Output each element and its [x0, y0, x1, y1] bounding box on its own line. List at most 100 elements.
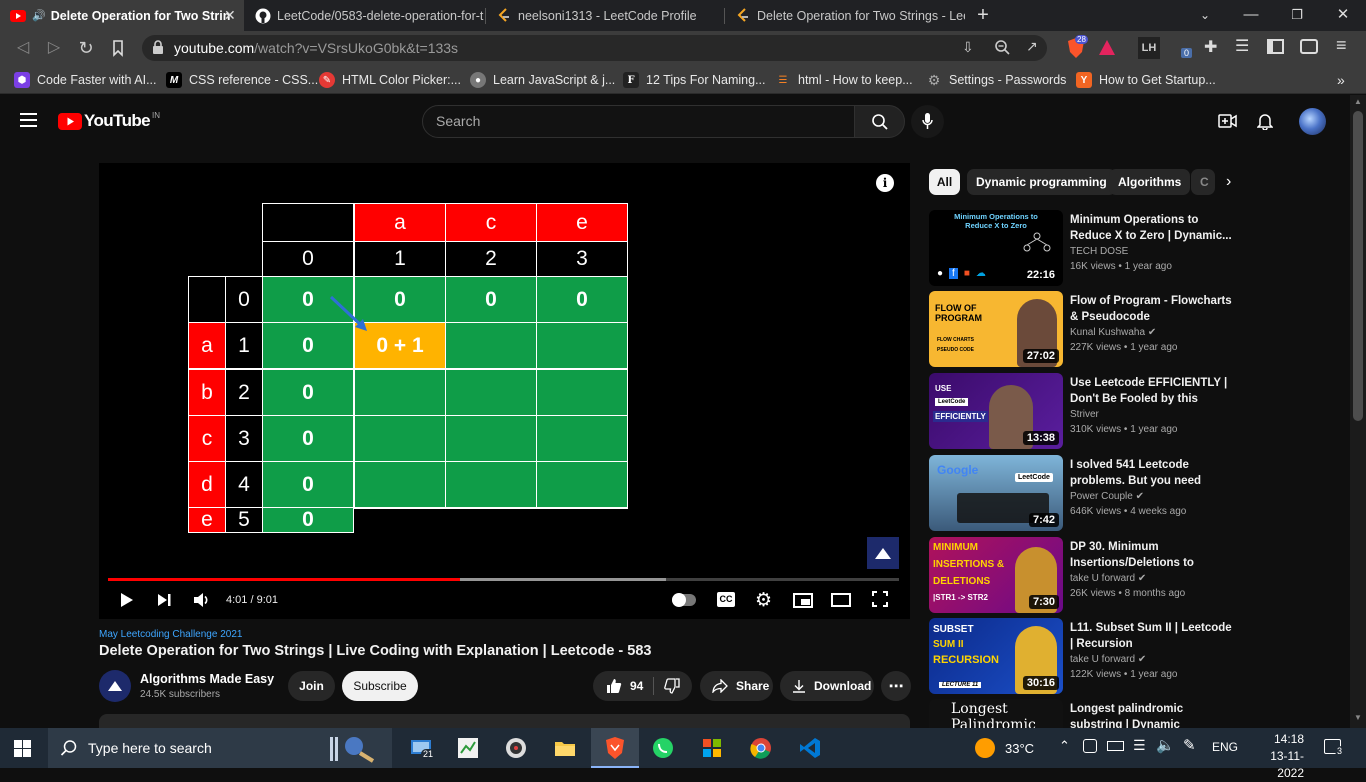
video-thumbnail[interactable]: Minimum Operations to Reduce X to Zero ●… — [929, 210, 1063, 286]
bookmark-item[interactable]: ⬢ Code Faster with AI... — [14, 71, 157, 89]
create-video-icon[interactable] — [1218, 114, 1237, 128]
video-title[interactable]: DP 30. Minimum Insertions/Deletions to C… — [1070, 539, 1232, 571]
pen-icon[interactable]: ✎ — [1183, 736, 1196, 754]
recommended-video[interactable]: FLOW OF PROGRAM FLOW CHARTS PSEUDO CODE … — [929, 291, 1232, 367]
channel-name[interactable]: take U forward ✔ — [1070, 654, 1146, 665]
chip-dynamic-programming[interactable]: Dynamic programming — [967, 169, 1116, 195]
back-button[interactable]: ◁ — [13, 38, 33, 58]
more-bookmarks-icon[interactable]: » — [1337, 71, 1345, 89]
chip-all[interactable]: All — [929, 169, 960, 195]
next-button[interactable] — [157, 593, 171, 607]
share-page-icon[interactable]: ↗ — [1026, 38, 1038, 55]
recommended-video[interactable]: Minimum Operations to Reduce X to Zero ●… — [929, 210, 1232, 286]
file-explorer-icon[interactable] — [553, 736, 577, 760]
bookmark-item[interactable]: ✎ HTML Color Picker:... — [319, 71, 461, 89]
microsoft-store-icon[interactable] — [700, 736, 724, 760]
minimize-button[interactable]: — — [1241, 5, 1261, 25]
search-input[interactable]: Search — [422, 105, 855, 138]
chips-next-chevron-icon[interactable]: › — [1226, 173, 1231, 191]
task-view-icon[interactable]: 21 — [409, 736, 436, 760]
windows-start-button[interactable] — [14, 740, 31, 757]
channel-name[interactable]: Striver — [1070, 409, 1099, 420]
scroll-down-arrow-icon[interactable]: ▼ — [1354, 713, 1362, 722]
recommended-video[interactable]: MINIMUM INSERTIONS & DELETIONS |STR1 -> … — [929, 537, 1229, 613]
reload-button[interactable]: ↻ — [76, 38, 96, 58]
captions-button[interactable]: CC — [717, 592, 735, 607]
forward-button[interactable]: ▷ — [44, 38, 64, 58]
tab-search-chevron-icon[interactable]: ⌄ — [1195, 5, 1215, 25]
bookmark-item[interactable]: ☰ html - How to keep... — [775, 71, 913, 89]
video-title[interactable]: Longest palindromic substring | Dynamic … — [1070, 701, 1229, 728]
tab-youtube-video[interactable]: 🔊 Delete Operation for Two Strin ✕ — [0, 0, 244, 31]
tab-leetcode-problem[interactable]: Delete Operation for Two Strings - Lee — [725, 0, 965, 31]
speaker-icon[interactable]: 🔈 — [1156, 736, 1175, 754]
weather-widget[interactable]: 33°C — [975, 738, 1034, 758]
video-thumbnail[interactable]: USE LeetCode EFFICIENTLY 13:38 — [929, 373, 1063, 449]
brave-rewards-icon[interactable] — [1098, 39, 1116, 57]
progress-bar[interactable] — [108, 578, 899, 581]
recommended-video[interactable]: USE LeetCode EFFICIENTLY 13:38 Use Leetc… — [929, 373, 1229, 449]
tray-app-icon[interactable] — [1083, 739, 1097, 753]
tab-leetcode-profile[interactable]: neelsoni1313 - LeetCode Profile — [486, 0, 724, 31]
media-player-icon[interactable] — [504, 736, 528, 760]
zoom-icon[interactable] — [994, 39, 1010, 55]
extension-lh-icon[interactable]: LH — [1138, 37, 1160, 59]
theater-mode-button[interactable] — [831, 593, 851, 607]
menu-icon[interactable]: ≡ — [1336, 35, 1347, 56]
miniplayer-button[interactable] — [793, 593, 813, 608]
channel-watermark-icon[interactable] — [867, 537, 899, 569]
wallet-icon[interactable] — [1300, 39, 1318, 54]
join-button[interactable]: Join — [288, 671, 335, 701]
download-button[interactable]: Download — [780, 671, 874, 701]
recommended-video[interactable]: Longest Palindromic Longest palindromic … — [929, 699, 1229, 728]
bookmark-item[interactable]: Y How to Get Startup... — [1076, 71, 1216, 89]
settings-gear-icon[interactable]: ⚙ — [755, 589, 772, 612]
more-actions-button[interactable]: ⋯ — [881, 671, 911, 701]
fullscreen-button[interactable] — [872, 591, 888, 607]
whatsapp-icon[interactable] — [651, 736, 675, 760]
youtube-logo[interactable]: YouTube IN — [58, 111, 160, 131]
description-box[interactable] — [99, 714, 910, 728]
channel-name[interactable]: Algorithms Made Easy — [140, 672, 274, 686]
channel-name[interactable]: Kunal Kushwaha ✔ — [1070, 327, 1156, 338]
tab-github[interactable]: LeetCode/0583-delete-operation-for-t — [245, 0, 485, 31]
video-title[interactable]: L11. Subset Sum II | Leetcode | Recursio… — [1070, 620, 1232, 652]
video-thumbnail[interactable]: Google LeetCode 7:42 — [929, 455, 1063, 531]
notification-center-icon[interactable]: 3 — [1324, 739, 1345, 756]
new-tab-button[interactable]: + — [973, 5, 993, 25]
voice-search-button[interactable] — [911, 105, 944, 138]
search-button[interactable] — [854, 105, 905, 138]
chip-partial[interactable]: C — [1191, 169, 1215, 195]
extensions-puzzle-icon[interactable]: ✚ — [1204, 37, 1217, 57]
notifications-bell-icon[interactable] — [1257, 112, 1273, 130]
input-language[interactable]: ENG — [1212, 740, 1238, 754]
show-hidden-icons-chevron-icon[interactable]: ⌃ — [1059, 738, 1070, 754]
address-bar[interactable]: youtube.com/watch?v=VSrsUkoG0bk&t=133s ⇩… — [142, 35, 1047, 61]
like-button[interactable]: 94 — [606, 678, 643, 694]
avatar[interactable] — [1299, 108, 1326, 135]
video-thumbnail[interactable]: MINIMUM INSERTIONS & DELETIONS |STR1 -> … — [929, 537, 1063, 613]
chip-algorithms[interactable]: Algorithms — [1109, 169, 1191, 195]
vscode-icon[interactable] — [798, 736, 822, 760]
hamburger-menu-icon[interactable] — [20, 113, 37, 127]
video-title[interactable]: Use Leetcode EFFICIENTLY | Don't Be Fool… — [1070, 375, 1232, 407]
close-window-button[interactable]: ✕ — [1333, 5, 1353, 25]
battery-icon[interactable] — [1107, 741, 1124, 751]
share-button[interactable]: Share — [700, 671, 773, 701]
clock[interactable]: 14:18 13-11-2022 — [1254, 731, 1304, 782]
video-player[interactable]: ace012300000a100 + 1b20c30d40e50 i 4:01 … — [99, 163, 910, 619]
scroll-up-arrow-icon[interactable]: ▲ — [1354, 97, 1362, 106]
playlist-link[interactable]: May Leetcoding Challenge 2021 — [99, 629, 242, 640]
brave-shields-icon[interactable]: 28 — [1066, 35, 1088, 59]
video-title[interactable]: Flow of Program - Flowcharts & Pseudocod… — [1070, 293, 1232, 325]
scrollbar-thumb[interactable] — [1353, 111, 1363, 421]
brave-browser-icon[interactable] — [603, 736, 627, 760]
video-thumbnail[interactable]: Longest Palindromic — [929, 699, 1063, 728]
taskbar-search-box[interactable]: Type here to search — [48, 728, 392, 768]
bookmark-icon[interactable] — [108, 38, 128, 58]
video-thumbnail[interactable]: SUBSET SUM II RECURSION LECTURE 11 30:16 — [929, 618, 1063, 694]
wifi-icon[interactable]: ☰ — [1133, 737, 1146, 754]
sidebar-toggle-icon[interactable] — [1267, 39, 1284, 54]
channel-name[interactable]: Power Couple ✔ — [1070, 491, 1144, 502]
info-icon[interactable]: i — [876, 174, 894, 192]
